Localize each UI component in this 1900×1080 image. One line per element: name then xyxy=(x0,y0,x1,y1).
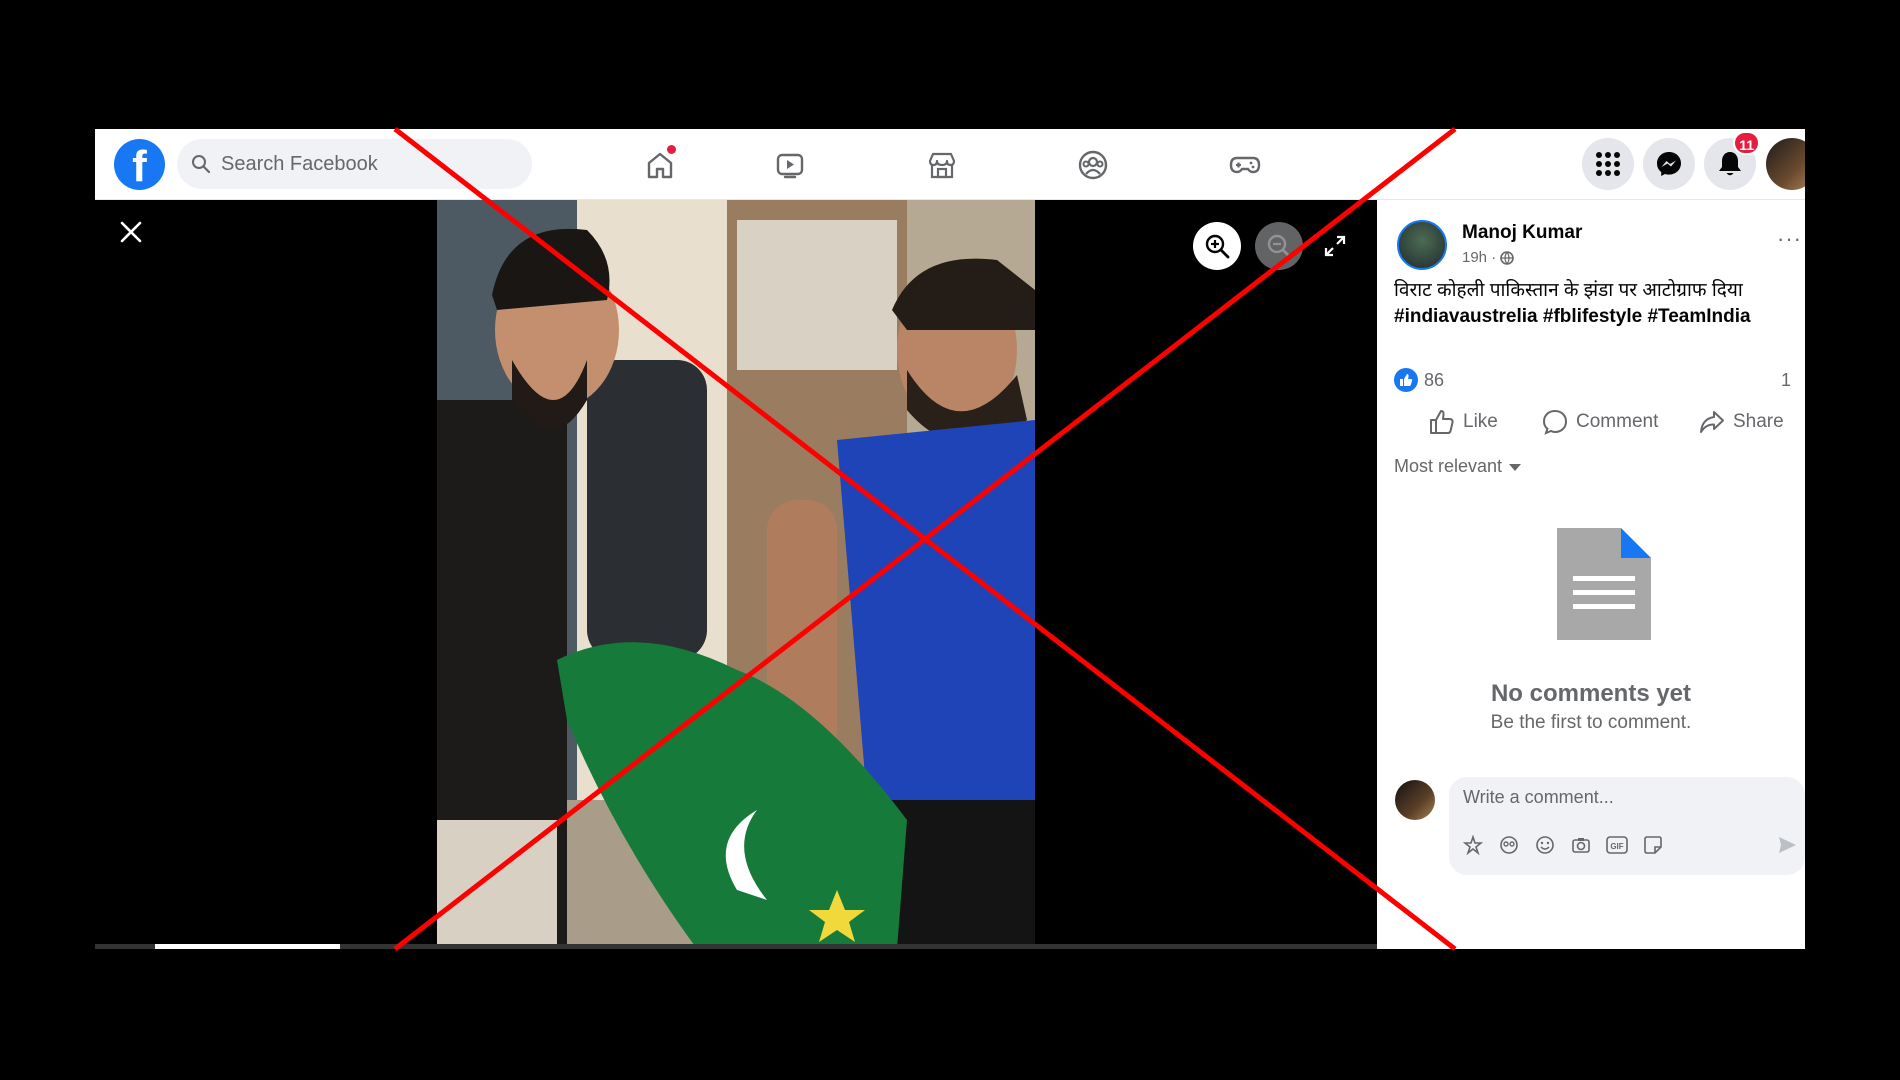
zoom-out-button[interactable] xyxy=(1255,222,1303,270)
messenger-icon xyxy=(1657,152,1681,176)
avatar-sticker-icon[interactable] xyxy=(1461,833,1485,857)
photo-viewer xyxy=(95,200,1377,949)
post-caption: विराट कोहली पाकिस्तान के झंडा पर आटोग्रा… xyxy=(1394,280,1743,301)
comment-input[interactable] xyxy=(1463,787,1783,808)
current-user-avatar[interactable] xyxy=(1395,780,1435,820)
post-meta: 19h · xyxy=(1462,249,1515,266)
thumbs-up-icon xyxy=(1430,410,1454,434)
profile-avatar[interactable] xyxy=(1766,138,1805,190)
nav-marketplace[interactable] xyxy=(922,145,962,185)
caret-down-icon xyxy=(1509,463,1522,471)
author-avatar[interactable] xyxy=(1397,220,1447,270)
like-button[interactable]: Like xyxy=(1429,409,1498,435)
document-icon xyxy=(1557,528,1651,640)
gaming-icon xyxy=(1229,156,1261,174)
comment-icon xyxy=(1542,409,1568,435)
close-icon xyxy=(120,221,142,243)
like-reaction-icon xyxy=(1394,368,1418,392)
gif-icon[interactable]: GIF xyxy=(1605,833,1629,857)
sticker-icon[interactable] xyxy=(1641,833,1665,857)
nav-video[interactable] xyxy=(770,145,810,185)
progress-fill xyxy=(155,944,340,949)
menu-button[interactable] xyxy=(1582,138,1634,190)
empty-comments-subtitle: Be the first to comment. xyxy=(1490,712,1692,733)
search-input[interactable] xyxy=(221,152,501,176)
emoji-sticker-icon[interactable] xyxy=(1497,833,1521,857)
notification-dot xyxy=(667,145,676,154)
author-name[interactable]: Manoj Kumar xyxy=(1462,222,1582,244)
zoom-out-icon xyxy=(1267,234,1292,259)
comment-composer[interactable]: GIF xyxy=(1449,777,1805,875)
video-icon xyxy=(776,153,804,179)
nav-groups[interactable] xyxy=(1073,145,1113,185)
messenger-button[interactable] xyxy=(1643,138,1695,190)
screenshot-frame: f 11 xyxy=(95,129,1805,949)
progress-bar[interactable] xyxy=(95,944,1377,949)
post-time[interactable]: 19h · xyxy=(1462,249,1496,266)
groups-icon xyxy=(1078,150,1108,180)
marketplace-icon xyxy=(928,152,956,179)
nav-home[interactable] xyxy=(640,145,680,185)
notification-count-badge: 11 xyxy=(1733,131,1760,155)
search-box[interactable] xyxy=(177,139,532,189)
comment-count[interactable]: 1 xyxy=(1781,370,1791,391)
empty-comments-title: No comments yet xyxy=(1490,680,1692,707)
notifications-button[interactable]: 11 xyxy=(1704,131,1760,190)
grid-menu-icon xyxy=(1596,152,1620,176)
post-photo xyxy=(437,200,1035,949)
globe-icon xyxy=(1500,250,1515,265)
fullscreen-button[interactable] xyxy=(1317,228,1353,264)
post-hashtags[interactable]: #indiavaustrelia #fblifestyle #TeamIndia xyxy=(1394,304,1794,330)
share-icon xyxy=(1700,411,1724,433)
nav-gaming[interactable] xyxy=(1225,145,1265,185)
close-button[interactable] xyxy=(111,212,151,252)
comment-sort-dropdown[interactable]: Most relevant xyxy=(1394,456,1522,477)
like-label: Like xyxy=(1463,411,1498,432)
more-options-button[interactable]: ··· xyxy=(1777,226,1802,252)
comment-button[interactable]: Comment xyxy=(1542,409,1658,435)
facebook-logo[interactable]: f xyxy=(114,139,165,191)
sort-label: Most relevant xyxy=(1394,456,1503,476)
share-label: Share xyxy=(1733,411,1784,432)
zoom-in-button[interactable] xyxy=(1193,222,1241,270)
reaction-summary[interactable]: 86 xyxy=(1394,368,1444,392)
photo-illustration xyxy=(437,200,1035,949)
share-button[interactable]: Share xyxy=(1699,409,1784,435)
bell-icon xyxy=(1719,152,1741,176)
comment-label: Comment xyxy=(1576,411,1659,432)
fullscreen-icon xyxy=(1324,235,1346,257)
search-icon xyxy=(192,155,211,174)
smiley-icon[interactable] xyxy=(1533,833,1557,857)
svg-text:GIF: GIF xyxy=(1610,842,1623,851)
reaction-count: 86 xyxy=(1424,369,1445,390)
post-details-panel: Manoj Kumar 19h · ··· विराट कोहली पाकिस्… xyxy=(1377,200,1805,949)
camera-icon[interactable] xyxy=(1569,833,1593,857)
send-icon[interactable] xyxy=(1775,833,1799,857)
top-navigation-bar: f 11 xyxy=(95,129,1805,200)
zoom-in-icon xyxy=(1205,234,1230,259)
